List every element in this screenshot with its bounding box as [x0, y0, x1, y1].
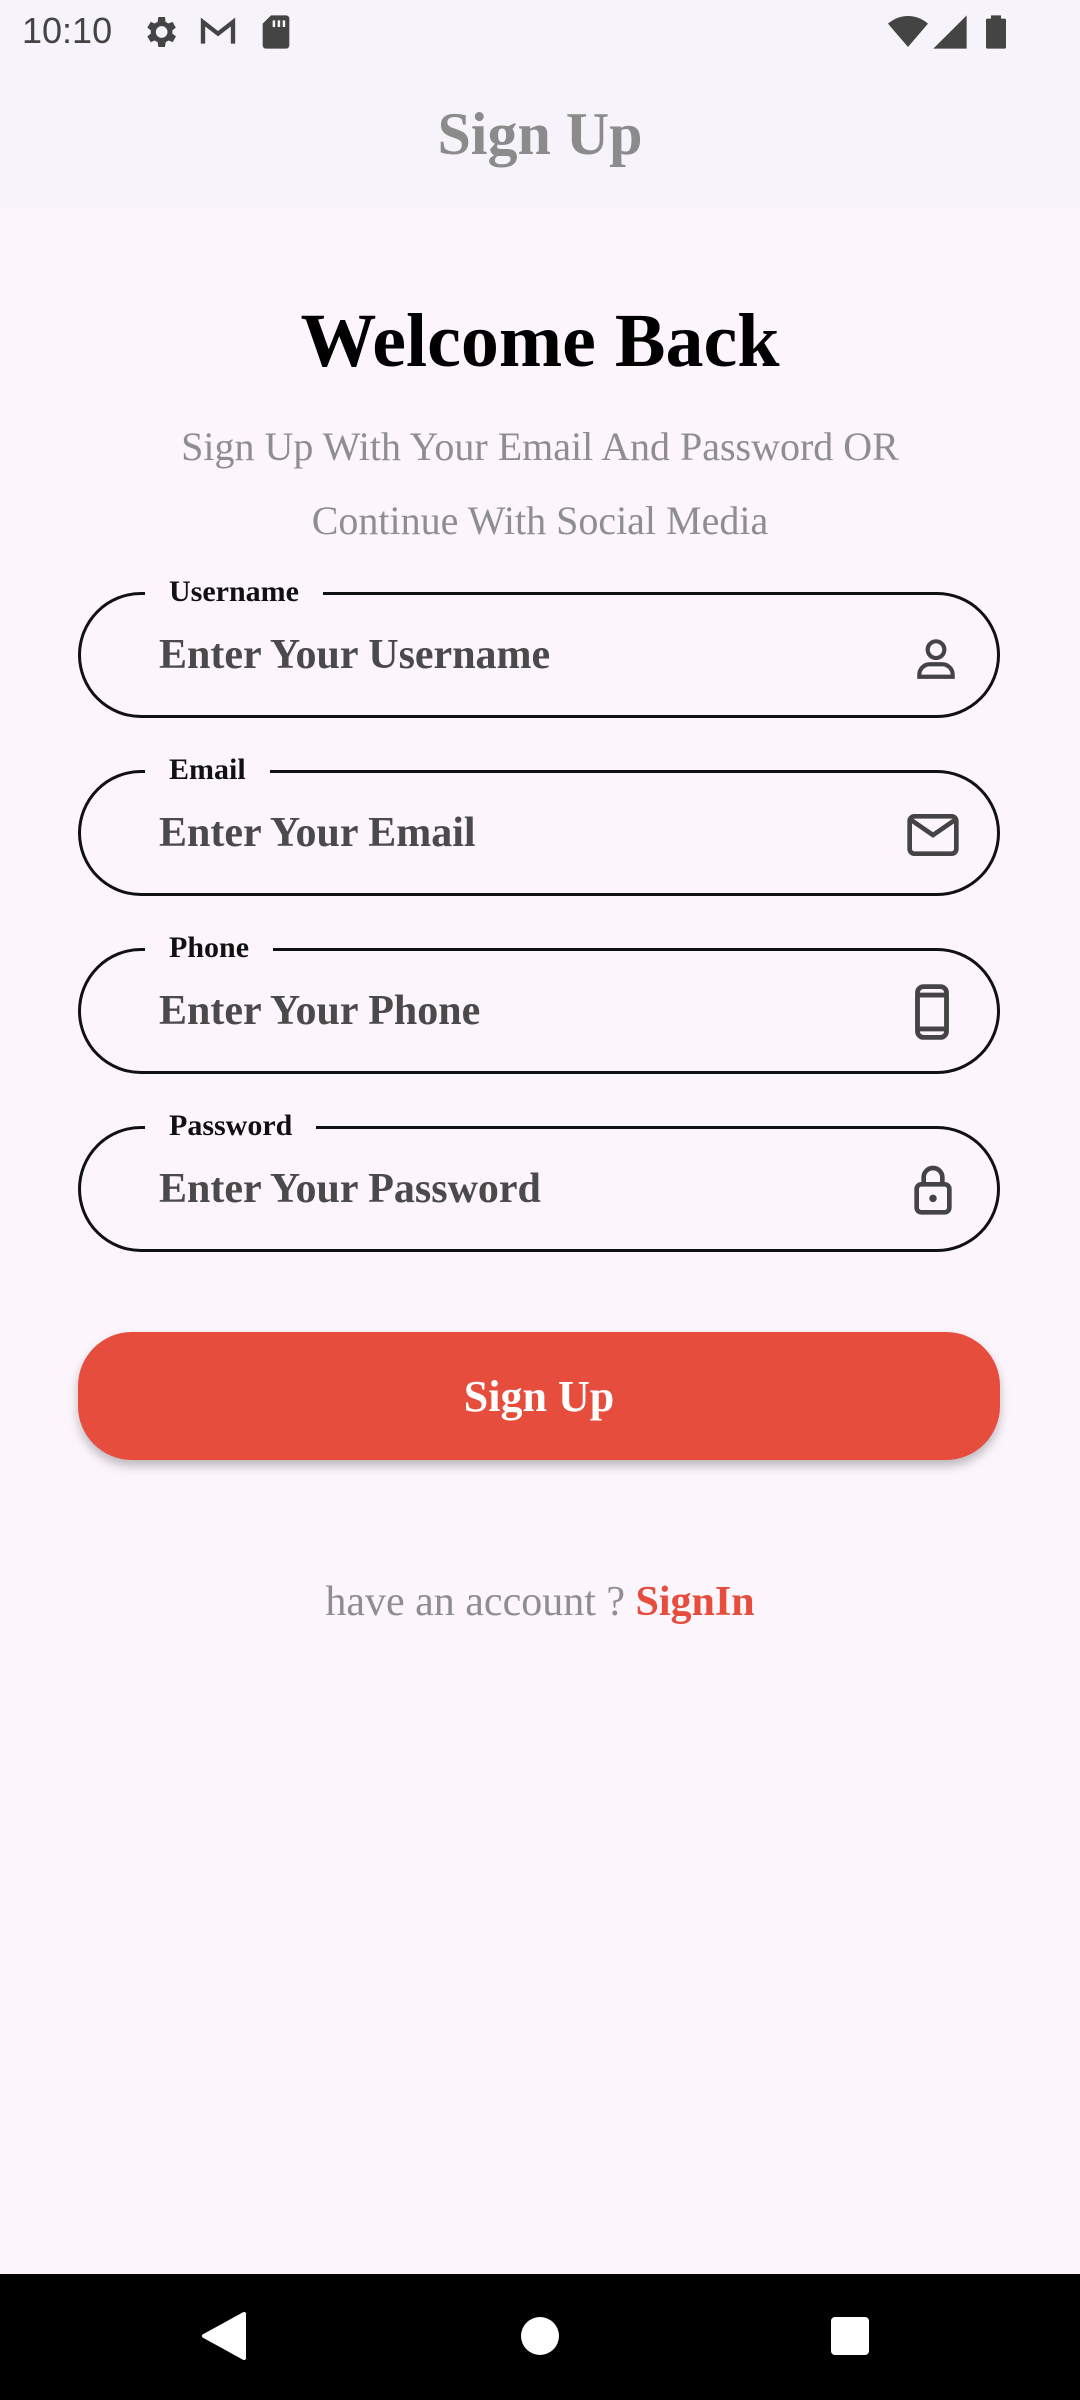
- password-field[interactable]: Password: [78, 1109, 1000, 1252]
- gmail-icon: [200, 17, 236, 44]
- gear-icon: [147, 17, 176, 47]
- email-input[interactable]: [159, 803, 859, 863]
- app-bar-title: Sign Up: [437, 101, 643, 167]
- signin-link[interactable]: SignIn: [636, 1579, 755, 1625]
- phone-field[interactable]: Phone: [78, 931, 1000, 1074]
- email-label: Email: [145, 753, 270, 787]
- phone-label: Phone: [145, 931, 274, 965]
- welcome-title: Welcome Back: [300, 299, 780, 383]
- app-bar: Sign Up: [0, 64, 1080, 208]
- mail-icon: [907, 814, 959, 856]
- password-label: Password: [145, 1109, 317, 1143]
- signup-button[interactable]: Sign Up: [78, 1332, 1000, 1460]
- status-time: 10:10: [22, 10, 113, 51]
- navigation-bar: [0, 2274, 1080, 2400]
- email-field[interactable]: Email: [78, 753, 1000, 896]
- username-input[interactable]: [159, 625, 859, 685]
- signin-prompt: have an account ?: [325, 1579, 636, 1625]
- username-label: Username: [145, 575, 323, 609]
- username-field[interactable]: Username: [78, 575, 1000, 718]
- back-icon[interactable]: [198, 2308, 248, 2364]
- home-icon[interactable]: [520, 2316, 560, 2356]
- wifi-icon: [888, 16, 928, 47]
- sd-card-icon: [262, 15, 290, 49]
- lock-icon: [914, 1165, 952, 1215]
- signin-row: have an account ? SignIn: [0, 1578, 1080, 1626]
- battery-icon: [986, 15, 1006, 49]
- welcome-subtitle: Sign Up With Your Email And Password OR …: [181, 424, 899, 543]
- signup-screen: 10:10 Sign Up Welcome Back Sign Up With …: [0, 0, 1080, 2400]
- signal-icon: [933, 15, 967, 49]
- password-input[interactable]: [159, 1159, 859, 1219]
- recents-icon[interactable]: [830, 2316, 870, 2356]
- phone-icon: [915, 984, 949, 1040]
- phone-input[interactable]: [159, 981, 859, 1041]
- status-bar: 10:10: [0, 0, 1080, 64]
- person-icon: [917, 639, 955, 679]
